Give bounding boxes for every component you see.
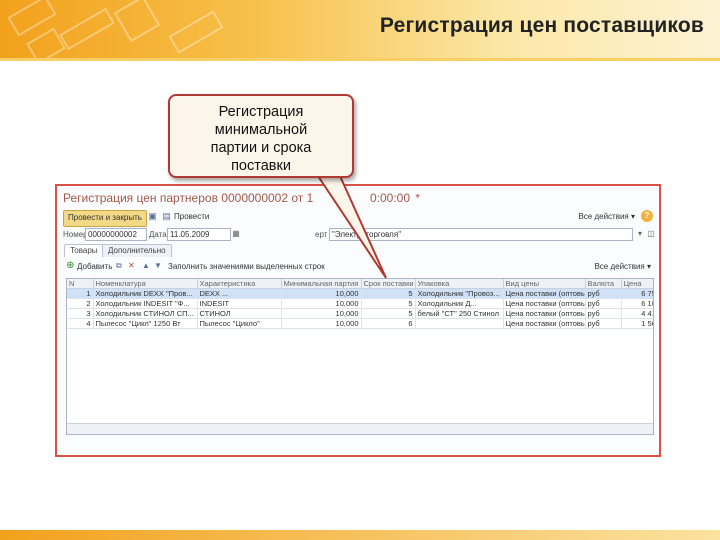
cell-min-batch: 10,000 [281,298,362,309]
cell-characteristic: СТИНОЛ [197,308,282,319]
table-row[interactable]: 4 Пылесос "Цикл" 1250 Вт Пылесос "Цикло"… [67,318,653,329]
post-button[interactable]: Провести [174,212,209,221]
goods-table: N Номенклатура Характеристика Минимальна… [66,278,654,435]
callout-line-2: минимальной [214,122,308,138]
cell-item: Холодильник INDESIT "Ф... [93,298,198,309]
column-header[interactable]: Валюта [585,279,622,289]
column-header[interactable]: Срок поставки [361,279,416,289]
cell-n: 3 [67,308,94,319]
banner-decoration [0,0,250,58]
document-window: Регистрация цен партнеров 0000000002 от … [55,184,661,457]
partner-field[interactable]: "Электроторговля" [329,228,633,241]
cell-currency: руб [585,318,622,329]
move-down-icon[interactable]: ▼ [154,261,162,270]
column-header[interactable]: Минимальная партия [281,279,362,289]
post-and-close-button[interactable]: Провести и закрыть [63,210,147,227]
calendar-icon[interactable]: ▦ [231,228,241,239]
cell-item: Холодильник СТИНОЛ СП... [93,308,198,319]
window-title: Регистрация цен партнеров 0000000002 от … [63,191,420,205]
dropdown-icon[interactable]: ▾ [635,228,645,239]
column-header[interactable]: Характеристика [197,279,282,289]
tab-goods[interactable]: Товары [64,244,104,257]
cell-min-batch: 10,000 [281,288,362,299]
window-title-text: Регистрация цен партнеров 0000000002 от … [63,191,314,205]
cell-n: 1 [67,288,94,299]
cell-lead-time: 5 [361,308,416,319]
cell-package: Холодильник "Провоз... [415,288,504,299]
cell-min-batch: 10,000 [281,308,362,319]
modified-marker: * [415,191,421,205]
callout-line-3: партии и срока [210,140,312,156]
table-row[interactable]: 2 Холодильник INDESIT "Ф... INDESIT 10,0… [67,298,653,309]
cell-currency: руб [585,298,622,309]
cell-lead-time: 6 [361,318,416,329]
open-icon[interactable]: ◫ [646,228,656,239]
column-header[interactable]: Номенклатура [93,279,198,289]
cell-min-batch: 10,000 [281,318,362,329]
add-icon[interactable]: ⊕ [66,260,74,271]
window-title-time: 0:00:00 [369,191,411,205]
cell-characteristic: DEXX ... [197,288,282,299]
main-toolbar: Провести и закрыть ▣ ▤ Провести Все дейс… [63,210,653,227]
cell-lead-time: 5 [361,298,416,309]
table-all-actions-menu[interactable]: Все действия ▾ [594,262,651,271]
tab-additional[interactable]: Дополнительно [102,244,172,257]
cell-currency: руб [585,288,622,299]
cell-price-type: Цена поставки (оптовые) [503,288,586,299]
table-row[interactable]: 1 Холодильник DEXX "Пров... DEXX ... 10,… [67,288,653,299]
column-header[interactable]: Вид цены [503,279,586,289]
delete-icon[interactable]: ✕ [128,261,135,270]
cell-n: 2 [67,298,94,309]
banner-divider [0,58,720,61]
table-footer [67,423,653,434]
cell-lead-time: 5 [361,288,416,299]
add-button[interactable]: Добавить [77,262,112,271]
cell-characteristic: Пылесос "Цикло" [197,318,282,329]
header-fields: Номер: 00000000002 Дата: 11.05.2009 ▦ ер… [63,228,656,242]
cell-package [415,318,504,329]
cell-item: Пылесос "Цикл" 1250 Вт [93,318,198,329]
help-icon[interactable]: ? [641,210,653,222]
callout-box: Регистрация минимальной партии и срока п… [168,94,354,178]
cell-price: 4 410,00 [621,308,653,319]
cell-price: 6 750,00 [621,288,653,299]
fill-selected-button[interactable]: Заполнить значениями выделенных строк [168,262,325,271]
column-header[interactable]: N [67,279,94,289]
cell-n: 4 [67,318,94,329]
date-label: Дата: [149,230,169,239]
table-header: N Номенклатура Характеристика Минимальна… [67,279,653,289]
floppy-icon[interactable]: ▣ [147,211,158,222]
column-header[interactable]: Цена [621,279,653,289]
callout-line-4: поставки [231,158,291,174]
table-toolbar: ⊕ Добавить ⧉ ✕ ▲ ▼ Заполнить значениями … [66,260,651,274]
cell-price: 1 563,00 [621,318,653,329]
cell-currency: руб [585,308,622,319]
column-header[interactable]: Упаковка [415,279,504,289]
slide-title: Регистрация цен поставщиков [379,14,704,37]
callout-line-1: Регистрация [218,104,304,120]
cell-characteristic: INDESIT [197,298,282,309]
cell-package: Холодильник Д... [415,298,504,309]
cell-price-type: Цена поставки (оптовые) [503,298,586,309]
move-up-icon[interactable]: ▲ [142,261,150,270]
copy-icon[interactable]: ⧉ [116,261,122,271]
cell-package: белый "СТ" 250 Стинол [415,308,504,319]
cell-price-type: Цена поставки (оптовые) [503,318,586,329]
number-field[interactable]: 00000000002 [85,228,147,241]
header-banner: Регистрация цен поставщиков [0,0,720,58]
post-icon[interactable]: ▤ [161,211,172,222]
cell-item: Холодильник DEXX "Пров... [93,288,198,299]
cell-price-type: Цена поставки (оптовые) [503,308,586,319]
date-field[interactable]: 11.05.2009 [167,228,231,241]
partner-label: ерт [315,230,328,239]
table-row[interactable]: 3 Холодильник СТИНОЛ СП... СТИНОЛ 10,000… [67,308,653,319]
footer-strip [0,530,720,540]
all-actions-menu[interactable]: Все действия ▾ [578,212,635,221]
cell-price: 6 100,00 [621,298,653,309]
